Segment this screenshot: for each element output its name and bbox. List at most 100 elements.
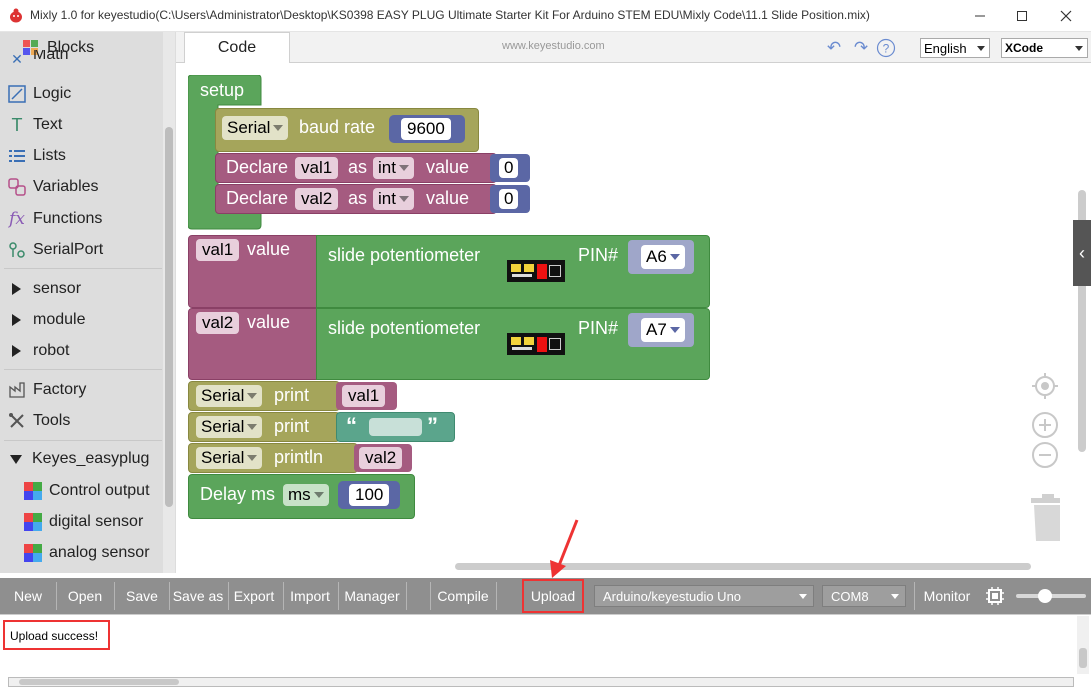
manager-button[interactable]: Manager	[341, 578, 403, 614]
var-name-field[interactable]: val1	[342, 385, 386, 407]
sidebar-group-keyes-easyplug[interactable]: Keyes_easyplug	[6, 446, 149, 472]
chevron-left-icon[interactable]: ‹	[1073, 220, 1091, 286]
save-as-button[interactable]: Save as	[171, 578, 225, 614]
toolbar-divider	[56, 582, 57, 610]
number-field[interactable]: 0	[499, 189, 519, 209]
open-button[interactable]: Open	[60, 578, 110, 614]
sidebar-item-lists[interactable]: Lists	[6, 143, 66, 169]
sidebar-item-label: analog sensor	[49, 544, 150, 561]
sidebar-item-math[interactable]: ✕ Math	[6, 50, 68, 68]
import-button[interactable]: Import	[286, 578, 334, 614]
var-name-field[interactable]: val2	[196, 312, 240, 334]
sidebar-subitem-digital-sensor[interactable]: digital sensor	[22, 509, 143, 535]
chip-icon[interactable]	[982, 578, 1008, 614]
save-button[interactable]: Save	[118, 578, 166, 614]
undo-icon[interactable]: ↶	[824, 38, 844, 58]
chevron-down-icon	[313, 492, 324, 498]
output-vertical-scrollbar[interactable]	[1077, 616, 1089, 674]
port-select[interactable]: COM8	[822, 585, 906, 607]
theme-select[interactable]: XCode	[1001, 38, 1088, 58]
chevron-down-icon	[891, 594, 899, 599]
pin-select[interactable]: A6	[641, 245, 685, 269]
sidebar-item-functions[interactable]: fx Functions	[6, 206, 102, 232]
recenter-icon[interactable]	[1030, 371, 1060, 401]
number-field[interactable]: 0	[499, 158, 519, 178]
zoom-slider-handle[interactable]	[1038, 589, 1052, 603]
pin-label: PIN#	[578, 318, 619, 338]
compile-button[interactable]: Compile	[434, 578, 492, 614]
sidebar-scrollbar[interactable]	[163, 32, 175, 573]
text-field[interactable]	[369, 418, 422, 436]
sidebar-item-serialport[interactable]: SerialPort	[6, 237, 103, 263]
sidebar-item-variables[interactable]: Variables	[6, 174, 99, 200]
sidebar-item-tools[interactable]: Tools	[6, 408, 70, 434]
type-select[interactable]: int	[373, 157, 414, 179]
sidebar-item-label: Variables	[33, 178, 99, 195]
type-select[interactable]: int	[373, 188, 414, 210]
sidebar-group-sensor[interactable]: sensor	[6, 276, 81, 302]
monitor-button[interactable]: Monitor	[918, 578, 976, 614]
blocks-workspace[interactable]: setup Serial baud rate 9600 Declare val1…	[176, 63, 1091, 573]
board-select[interactable]: Arduino/keyestudio Uno	[594, 585, 814, 607]
zoom-in-icon[interactable]	[1030, 410, 1060, 440]
toolbar-divider	[406, 582, 407, 610]
declare-label: Declare	[226, 157, 289, 177]
help-icon[interactable]: ?	[876, 38, 896, 58]
export-button[interactable]: Export	[230, 578, 278, 614]
scrollbar-thumb[interactable]	[1079, 648, 1087, 668]
svg-text:?: ?	[883, 42, 890, 56]
pin-select[interactable]: A7	[641, 318, 685, 342]
var-name-field[interactable]: val2	[359, 447, 403, 469]
output-horizontal-scrollbar[interactable]	[8, 677, 1074, 687]
redo-icon[interactable]: ↷	[851, 38, 871, 58]
baud-rate-field[interactable]: 9600	[401, 118, 451, 140]
serial-select-value: Serial	[227, 118, 271, 137]
type-select-value: int	[378, 189, 396, 208]
serial-select[interactable]: Serial	[222, 116, 289, 140]
serial-select[interactable]: Serial	[196, 385, 263, 407]
trash-icon[interactable]	[1030, 492, 1060, 544]
print-label: print	[274, 416, 310, 436]
as-label: as	[348, 188, 368, 208]
language-select[interactable]: English	[920, 38, 990, 58]
chevron-down-icon	[977, 46, 985, 51]
delay-unit-value: ms	[288, 485, 311, 504]
sidebar-item-logic[interactable]: Logic	[6, 81, 71, 107]
sidebar-group-module[interactable]: module	[6, 307, 85, 333]
toolbar-divider	[169, 582, 170, 610]
sidebar-divider	[4, 268, 162, 269]
serial-select[interactable]: Serial	[196, 447, 263, 469]
serial-select[interactable]: Serial	[196, 416, 263, 438]
workspace-horizontal-scrollbar[interactable]	[455, 563, 1031, 570]
var-name-field[interactable]: val2	[295, 188, 339, 210]
zoom-out-icon[interactable]	[1030, 440, 1060, 470]
sidebar-item-label: Tools	[33, 412, 71, 429]
sidebar-item-label: digital sensor	[49, 513, 144, 530]
maximize-button[interactable]	[1002, 4, 1042, 28]
module-icon	[22, 480, 44, 502]
expand-triangle-icon	[12, 314, 21, 326]
sidebar-item-label: Logic	[33, 85, 72, 102]
close-button[interactable]	[1046, 4, 1086, 28]
sidebar-subitem-control-output[interactable]: Control output	[22, 478, 150, 504]
quote-open: “	[346, 413, 357, 438]
sidebar-subitem-analog-sensor[interactable]: analog sensor	[22, 540, 150, 566]
println-label: println	[274, 447, 324, 467]
scrollbar-thumb[interactable]	[19, 679, 179, 685]
var-name-field[interactable]: val1	[196, 239, 240, 261]
delay-unit-select[interactable]: ms	[283, 484, 329, 506]
new-button[interactable]: New	[4, 578, 52, 614]
toolbar-divider	[914, 582, 915, 610]
tab-code[interactable]: Code	[184, 32, 290, 63]
scrollbar-thumb[interactable]	[165, 127, 173, 507]
delay-value-field[interactable]: 100	[349, 484, 390, 506]
sidebar-item-text[interactable]: T Text	[6, 112, 63, 138]
var-name-field[interactable]: val1	[295, 157, 339, 179]
sidebar-item-factory[interactable]: Factory	[6, 377, 86, 403]
minimize-button[interactable]	[960, 4, 1000, 28]
functions-icon: fx	[9, 209, 25, 229]
toolbar-divider	[114, 582, 115, 610]
sidebar-group-robot[interactable]: robot	[6, 338, 69, 364]
toolbar-divider	[430, 582, 431, 610]
serial-select-value: Serial	[201, 448, 245, 467]
